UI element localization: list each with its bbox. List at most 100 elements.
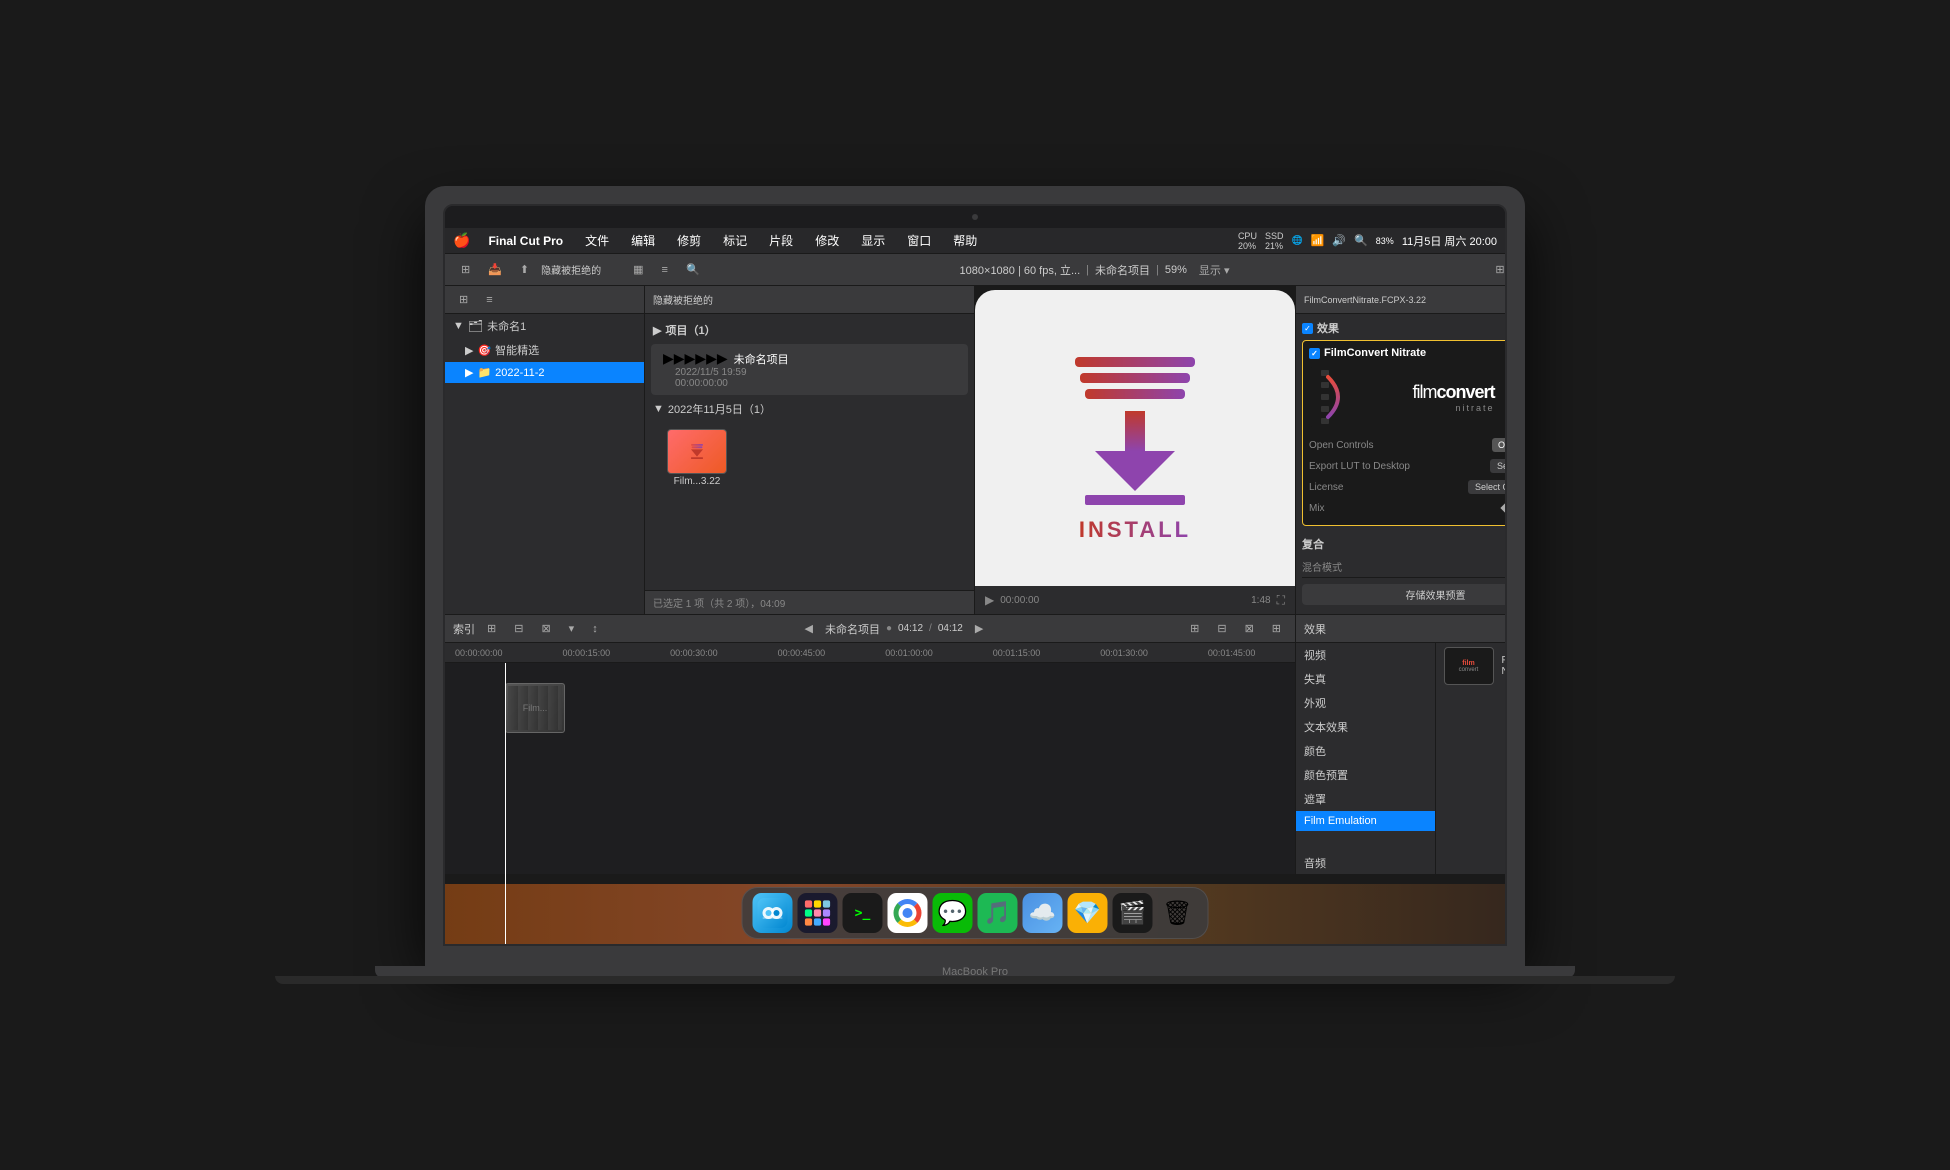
filter-icon[interactable]: ▦: [627, 261, 649, 278]
effect-enabled-checkbox[interactable]: ✓: [1309, 348, 1320, 359]
macbook-frame: 🍎 Final Cut Pro 文件 编辑 修剪 标记 片段 修改 显示 窗口 …: [425, 186, 1525, 946]
menu-trim[interactable]: 修剪: [673, 230, 705, 251]
menu-help[interactable]: 帮助: [949, 230, 981, 251]
effects-cat-text[interactable]: 文本效果: [1296, 715, 1435, 739]
dock-sketch-icon[interactable]: 💎: [1068, 893, 1108, 933]
next-clip-btn[interactable]: ▶: [969, 620, 989, 637]
menu-view[interactable]: 显示: [857, 230, 889, 251]
inspector-content: ✓ 效果 ✓ FilmConvert Nitrate: [1296, 314, 1507, 614]
effects-cat-color-preset[interactable]: 颜色预置: [1296, 763, 1435, 787]
smart-collection-item[interactable]: ▶ 🎯 智能精选: [445, 338, 644, 362]
timeline-project-name: 未命名项目: [825, 621, 880, 637]
project-meta-time: 00:00:00:00: [663, 378, 956, 389]
library-btn[interactable]: ⊞: [455, 261, 476, 278]
license-row: License Select Operation: [1309, 477, 1507, 498]
media-import-btn[interactable]: 📥: [482, 261, 508, 278]
menu-mark[interactable]: 标记: [719, 230, 751, 251]
timeline-list-btn[interactable]: ⊟: [508, 620, 529, 637]
save-preset-btn[interactable]: 存储效果预置: [1302, 584, 1507, 605]
search-icon[interactable]: 🔍: [1354, 234, 1368, 247]
effects-cat-film-emulation[interactable]: Film Emulation: [1296, 811, 1435, 831]
ruler-2: 00:00:30:00: [670, 648, 718, 658]
fc-arc-icon: [1323, 372, 1353, 422]
menu-clip[interactable]: 片段: [765, 230, 797, 251]
fullscreen-icon[interactable]: ⛶: [1277, 593, 1285, 608]
open-controls-btn[interactable]: Open Controls: [1492, 438, 1507, 452]
license-select[interactable]: Select Operation: [1468, 480, 1507, 494]
ruler-1: 00:00:15:00: [563, 648, 611, 658]
share-btn[interactable]: ⬆: [514, 261, 535, 278]
hide-rejected-btn[interactable]: 隐藏被拒绝的: [541, 262, 621, 277]
dock-fcpx-icon[interactable]: 🎬: [1113, 893, 1153, 933]
clip-container: Film...3.22: [645, 421, 974, 495]
inspector-title: FilmConvertNitrate.FCPX-3.22: [1304, 295, 1507, 305]
dock-wechat-icon[interactable]: 💬: [933, 893, 973, 933]
effects-browser-title: 效果: [1304, 621, 1326, 637]
dock-launchpad-icon[interactable]: [798, 893, 838, 933]
dock-chrome-icon[interactable]: [888, 893, 928, 933]
apple-menu-icon[interactable]: 🍎: [453, 232, 470, 249]
macbook-chin: [425, 946, 1525, 966]
inspector-video-btn[interactable]: ⊞: [1489, 261, 1507, 278]
timeline-clip[interactable]: Film...: [505, 683, 565, 733]
timeline-grid-btn[interactable]: ⊞: [481, 620, 502, 637]
timeline-toolbar: 索引 ⊞ ⊟ ⊠ ▾ ↕ ◀ 未命: [445, 615, 1295, 643]
date-folder-label: 2022-11-2: [495, 367, 544, 379]
timeline-duration: 04:12: [938, 623, 963, 634]
effects-cat-color[interactable]: 颜色: [1296, 739, 1435, 763]
mix-row: Mix 100.0 %: [1309, 498, 1507, 519]
timeline-filter-btn[interactable]: ▾: [563, 620, 581, 637]
effects-cat-video[interactable]: 视频: [1296, 643, 1435, 667]
wifi-icon: 📶: [1311, 234, 1325, 247]
browser-status: 已选定 1 项（共 2 项），04:09: [645, 590, 974, 614]
playback-icon[interactable]: ▶: [985, 593, 994, 607]
menu-modify[interactable]: 修改: [811, 230, 843, 251]
effects-cat-distort[interactable]: 失真: [1296, 667, 1435, 691]
effects-browser-header: 效果 已安装的效果: [1296, 615, 1507, 643]
filmconvert-effect-item[interactable]: film convert FilmConvert Nitrate: [1436, 643, 1508, 689]
list-view-btn[interactable]: ≡: [656, 262, 674, 278]
menu-bar-left: 🍎 Final Cut Pro 文件 编辑 修剪 标记 片段 修改 显示 窗口 …: [453, 230, 981, 251]
dock-spotify-icon[interactable]: 🎵: [978, 893, 1018, 933]
effects-checkbox[interactable]: ✓: [1302, 323, 1313, 334]
display-btn[interactable]: 显示 ▾: [1193, 260, 1236, 280]
timeline-action-btn3[interactable]: ⊠: [1239, 620, 1260, 637]
filmconvert-logo: filmconvert nitrate ver. 3.22: [1309, 367, 1507, 427]
effects-cat-look[interactable]: 外观: [1296, 691, 1435, 715]
timeline-audio-btn[interactable]: ⊠: [535, 620, 556, 637]
screen: 🍎 Final Cut Pro 文件 编辑 修剪 标记 片段 修改 显示 窗口 …: [445, 228, 1505, 944]
timeline-action-btn2[interactable]: ⊟: [1211, 620, 1232, 637]
menu-edit[interactable]: 编辑: [627, 230, 659, 251]
timeline-action-btn4[interactable]: ⊞: [1266, 620, 1287, 637]
projects-label: 项目（1）: [665, 322, 715, 338]
effects-cat-mask[interactable]: 遮罩: [1296, 787, 1435, 811]
open-controls-label: Open Controls: [1309, 440, 1373, 451]
library-item[interactable]: ▼ 🗂 未命名1: [445, 314, 644, 338]
prev-clip-btn[interactable]: ◀: [799, 620, 819, 637]
export-lut-select[interactable]: Select Size: [1490, 459, 1507, 473]
network-indicator: 🌐: [1291, 235, 1302, 246]
dock-trash-icon[interactable]: 🗑: [1158, 893, 1198, 933]
dock-terminal-icon[interactable]: >_: [843, 893, 883, 933]
sidebar-list-btn[interactable]: ≡: [480, 292, 498, 308]
timeline-action-btn1[interactable]: ⊞: [1184, 620, 1205, 637]
menu-file[interactable]: 文件: [581, 230, 613, 251]
search-btn[interactable]: 🔍: [680, 261, 706, 278]
effects-cat-audio[interactable]: 音频: [1296, 851, 1435, 875]
cpu-indicator: CPU20%: [1238, 231, 1257, 251]
menu-window[interactable]: 窗口: [903, 230, 935, 251]
date-section-header[interactable]: ▼ 2022年11月5日（1）: [645, 397, 974, 421]
projects-section-header[interactable]: ▶ 项目（1）: [645, 318, 974, 342]
project-item[interactable]: ▶▶▶▶▶▶ 未命名项目 2022/11/5 19:59 00:00:00:00: [651, 344, 968, 395]
menu-final-cut-pro[interactable]: Final Cut Pro: [484, 232, 567, 250]
timeline-zoom-btn[interactable]: ↕: [586, 621, 604, 637]
date-folder-item[interactable]: ▶ 📁 2022-11-2: [445, 362, 644, 383]
main-toolbar: ⊞ 📥 ⬆ 隐藏被拒绝的 ▦ ≡ 🔍 1080×1080 | 60 fps, 立…: [445, 254, 1507, 286]
screen-bezel: 🍎 Final Cut Pro 文件 编辑 修剪 标记 片段 修改 显示 窗口 …: [443, 204, 1507, 946]
dock-finder-icon[interactable]: [753, 893, 793, 933]
project-name-display: 未命名项目: [1095, 262, 1150, 278]
playhead: [505, 663, 506, 946]
sidebar-grid-btn[interactable]: ⊞: [453, 291, 474, 308]
dock-icloud-icon[interactable]: ☁️: [1023, 893, 1063, 933]
clip-item[interactable]: Film...3.22: [657, 425, 737, 491]
